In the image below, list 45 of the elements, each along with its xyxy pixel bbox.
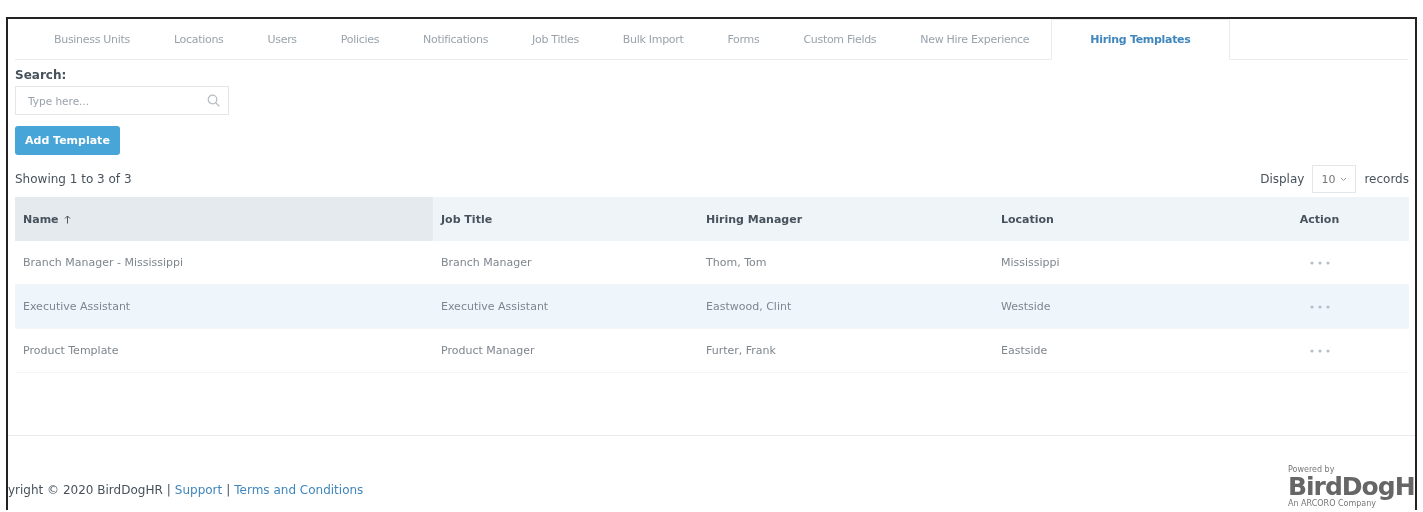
footer-link[interactable]: Support	[174, 483, 223, 497]
table-cell: Product Manager	[433, 329, 698, 373]
column-header[interactable]: Hiring Manager	[698, 197, 993, 241]
table-cell: Eastwood, Clint	[698, 285, 993, 329]
tab[interactable]: Locations	[151, 19, 246, 59]
chevron-icon	[1340, 176, 1348, 182]
table-cell: Eastside	[993, 329, 1230, 373]
tab[interactable]: Business Units	[32, 19, 152, 59]
table-cell: Executive Assistant	[15, 285, 433, 329]
tab[interactable]: Bulk Import	[600, 19, 706, 59]
more-icon[interactable]	[1309, 348, 1330, 353]
search-icon	[207, 94, 220, 107]
more-icon[interactable]	[1309, 304, 1330, 309]
more-icon[interactable]	[1309, 260, 1330, 265]
add-template-button[interactable]: Add Template	[15, 126, 120, 155]
logo-wordmark: BirdDogH	[1288, 474, 1415, 499]
tab[interactable]: Forms	[705, 19, 782, 59]
records-summary: Showing 1 to 3 of 3	[15, 172, 132, 186]
footer-link[interactable]: Terms and Conditions	[234, 483, 364, 497]
tab[interactable]: Policies	[318, 19, 402, 59]
separator: |	[166, 483, 171, 497]
display-label: Display	[1260, 172, 1305, 186]
tab[interactable]: Custom Fields	[781, 19, 899, 59]
tab[interactable]: Users	[245, 19, 319, 59]
table-cell: Furter, Frank	[698, 329, 993, 373]
records-label: records	[1364, 172, 1409, 186]
page-size-select[interactable]: 10	[1312, 165, 1357, 193]
column-header[interactable]: Action	[1230, 197, 1409, 241]
separator: |	[226, 483, 231, 497]
column-header[interactable]: Location	[993, 197, 1230, 241]
tab[interactable]: Hiring Templates	[1051, 19, 1230, 60]
search-label: Search:	[15, 68, 68, 82]
table-cell: Executive Assistant	[433, 285, 698, 329]
column-header[interactable]: Job Title	[433, 197, 698, 241]
column-header[interactable]: Name	[15, 197, 433, 241]
search-field[interactable]: Type here...	[15, 86, 229, 115]
logo-tagline: An ARCORO Company	[1288, 499, 1377, 508]
sort-arrow-icon	[63, 214, 71, 224]
copyright-text: yright © 2020 BirdDogHR	[8, 483, 163, 497]
table-cell: Product Template	[15, 329, 433, 373]
table-cell: Westside	[993, 285, 1230, 329]
logo-tagline: Powered by	[1288, 465, 1335, 474]
tab[interactable]: Job Titles	[510, 19, 601, 59]
tab[interactable]: New Hire Experience	[898, 19, 1052, 59]
tab[interactable]: Notifications	[401, 19, 511, 59]
